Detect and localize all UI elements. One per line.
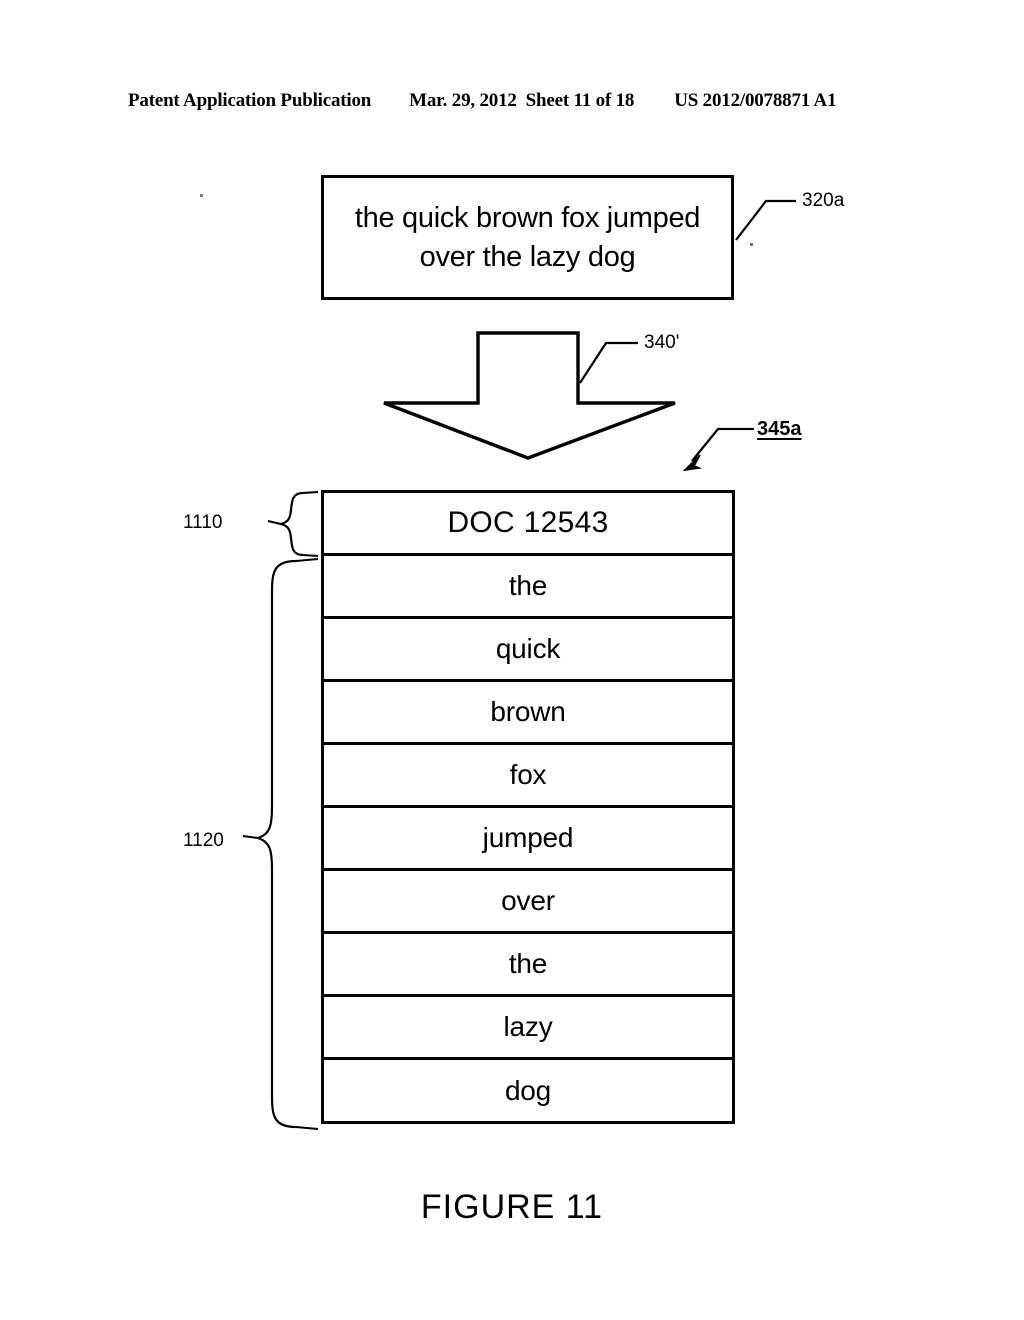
record-token: dog (504, 1074, 552, 1106)
record-token: jumped (482, 822, 574, 853)
record-token: the (508, 948, 548, 979)
brace-1120 (254, 559, 298, 1129)
brace-1110 (277, 491, 305, 557)
leader-line-340-prime (579, 341, 638, 384)
table-row: over (324, 871, 732, 934)
record-header-row: DOC 12543 (324, 493, 732, 556)
leader-line-345a (691, 427, 754, 462)
table-row: brown (324, 682, 732, 745)
table-row: dog (324, 1060, 732, 1121)
record-token: brown (490, 696, 566, 727)
record-token: fox (509, 759, 547, 790)
table-row: jumped (324, 808, 732, 871)
source-text-box: the quick brown fox jumped over the lazy… (321, 175, 734, 300)
reference-label-1120: 1120 (183, 830, 224, 851)
reference-label-1110: 1110 (183, 512, 223, 533)
reference-label-340-prime: 340' (644, 332, 680, 353)
table-row: the (324, 556, 732, 619)
source-text-line-2: over the lazy dog (419, 240, 636, 273)
record-token: lazy (503, 1011, 553, 1042)
record-token: quick (495, 633, 561, 664)
reference-label-320a: 320a (802, 190, 845, 211)
record-document-id: DOC 12543 (447, 506, 609, 539)
table-row: quick (324, 619, 732, 682)
table-row: the (324, 934, 732, 997)
reference-label-345a: 345a (757, 418, 802, 440)
transform-arrow (383, 331, 676, 460)
brace-1110-bottom-tick (302, 554, 319, 557)
source-text-content: the quick brown fox jumped over the lazy… (347, 199, 708, 276)
brace-1110-top-tick (302, 491, 319, 494)
patent-figure-11: the quick brown fox jumped over the lazy… (0, 0, 1024, 1320)
record-token: over (501, 885, 555, 916)
source-text-line-1: the quick brown fox jumped (354, 201, 701, 234)
brace-1120-bottom-tick (295, 1126, 319, 1130)
arrowhead-345a (682, 454, 703, 472)
leader-line-320a (735, 199, 796, 241)
scan-speck-artifact (750, 243, 753, 246)
table-row: lazy (324, 997, 732, 1060)
scan-speck-artifact (200, 194, 203, 197)
record-token: the (508, 570, 548, 601)
brace-1110-tip-tick (267, 520, 282, 525)
brace-1120-tip-tick (242, 835, 259, 839)
tokenized-record-table: DOC 12543 the quick brown fox jumped ove… (321, 490, 735, 1124)
table-row: fox (324, 745, 732, 808)
figure-caption: FIGURE 11 (420, 1188, 604, 1226)
brace-1120-top-tick (295, 558, 319, 562)
